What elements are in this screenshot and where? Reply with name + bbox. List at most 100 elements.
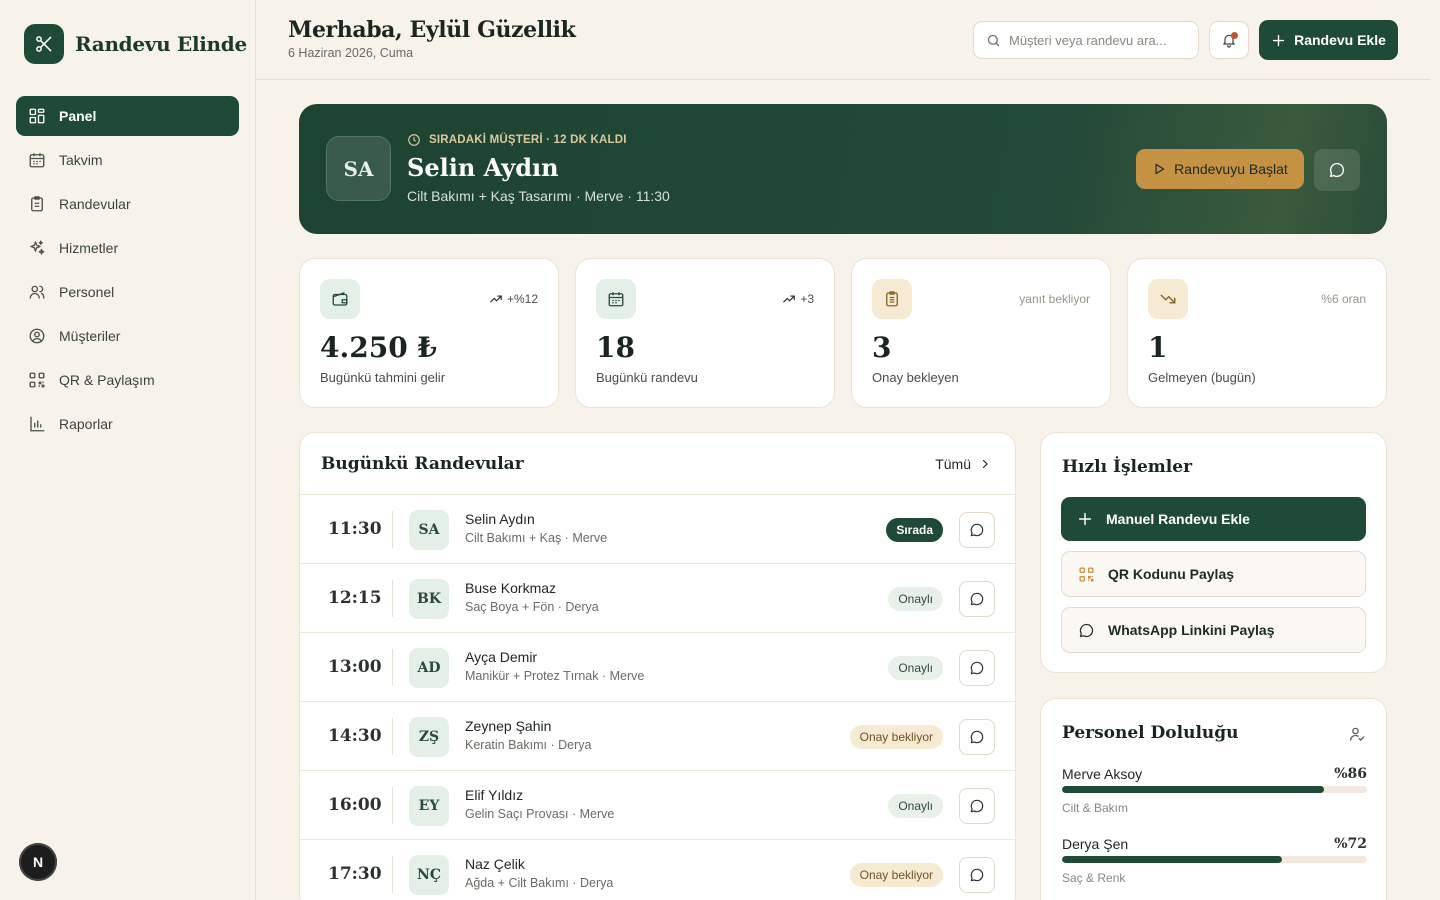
bar-chart-icon	[30, 416, 45, 432]
message-button[interactable]	[959, 788, 995, 824]
service-detail: Manikür + Protez Tırnak · Merve	[465, 669, 645, 683]
brand[interactable]: Randevu Elinde	[24, 24, 247, 64]
table-row[interactable]: 12:15 BK Buse Korkmaz Saç Boya + Fön · D…	[300, 563, 1015, 632]
message-button[interactable]	[959, 719, 995, 755]
appointment-time: 13:00	[328, 657, 382, 677]
stat-value: 1	[1148, 331, 1168, 364]
avatar: ZŞ	[409, 717, 449, 757]
user-circle-icon	[29, 328, 45, 344]
share-whatsapp-button[interactable]: WhatsApp Linkini Paylaş	[1061, 607, 1366, 653]
sidebar-item-label: Müşteriler	[59, 328, 121, 344]
quick-actions-panel: Hızlı İşlemler Manuel Randevu Ekle QR Ko…	[1040, 432, 1387, 673]
table-row[interactable]: 17:30 NÇ Naz Çelik Ağda + Cilt Bakımı · …	[300, 839, 1015, 900]
share-qr-button[interactable]: QR Kodunu Paylaş	[1061, 551, 1366, 597]
status-badge: Sırada	[886, 518, 943, 542]
user-avatar[interactable]: N	[19, 843, 57, 881]
sidebar-item-label: Personel	[59, 284, 115, 300]
next-customer-detail: Cilt Bakımı + Kaş Tasarımı · Merve · 11:…	[407, 188, 670, 204]
stat-label: Gelmeyen (bugün)	[1148, 370, 1256, 385]
notifications-button[interactable]	[1209, 21, 1249, 59]
sidebar-item-raporlar[interactable]: Raporlar	[16, 404, 239, 444]
search-input[interactable]	[1009, 32, 1189, 48]
stat-card-appointments: +3 18 Bugünkü randevu	[575, 258, 835, 408]
staff-percentage: %86	[1334, 766, 1367, 782]
chat-icon	[970, 523, 984, 537]
sidebar-item-hizmetler[interactable]: Hizmetler	[16, 228, 239, 268]
staff-role: Saç & Renk	[1062, 871, 1126, 885]
qr-icon	[1079, 566, 1094, 582]
next-customer-name: Selin Aydın	[407, 153, 559, 182]
stat-card-pending: yanıt bekliyor 3 Onay bekleyen	[851, 258, 1111, 408]
status-badge: Onay bekliyor	[849, 863, 943, 887]
sidebar: Randevu Elinde Panel Takvim Randevular H…	[0, 0, 256, 900]
service-detail: Ağda + Cilt Bakımı · Derya	[465, 876, 614, 890]
table-row[interactable]: 11:30 SA Selin Aydın Cilt Bakımı + Kaş ·…	[300, 494, 1015, 563]
notification-dot	[1231, 32, 1238, 39]
avatar: BK	[409, 579, 449, 619]
message-button[interactable]	[959, 581, 995, 617]
section-title: Bugünkü Randevular	[321, 454, 524, 474]
sidebar-item-musteriler[interactable]: Müşteriler	[16, 316, 239, 356]
chat-icon	[970, 730, 984, 744]
customer-name: Ayça Demir	[465, 649, 538, 665]
sidebar-nav: Panel Takvim Randevular Hizmetler Person…	[16, 96, 239, 448]
message-button[interactable]	[959, 857, 995, 893]
wallet-icon	[320, 279, 360, 319]
qr-icon	[29, 372, 45, 388]
table-row[interactable]: 13:00 AD Ayça Demir Manikür + Protez Tır…	[300, 632, 1015, 701]
search-box[interactable]	[973, 21, 1199, 59]
stat-trend: yanıt bekliyor	[1019, 292, 1090, 306]
divider	[392, 649, 393, 686]
sidebar-item-qr-paylasim[interactable]: QR & Paylaşım	[16, 360, 239, 400]
sidebar-item-label: Takvim	[59, 152, 103, 168]
staff-name: Derya Şen	[1062, 836, 1129, 852]
view-all-link[interactable]: Tümü	[935, 456, 991, 472]
add-appointment-button[interactable]: Randevu Ekle	[1259, 20, 1398, 60]
sidebar-item-panel[interactable]: Panel	[16, 96, 239, 136]
service-detail: Cilt Bakımı + Kaş · Merve	[465, 531, 608, 545]
appointment-time: 12:15	[328, 588, 382, 608]
brand-name: Randevu Elinde	[75, 32, 247, 56]
add-appointment-label: Randevu Ekle	[1294, 32, 1386, 48]
start-appointment-button[interactable]: Randevuyu Başlat	[1136, 149, 1304, 189]
message-button[interactable]	[959, 650, 995, 686]
appointment-list: 11:30 SA Selin Aydın Cilt Bakımı + Kaş ·…	[300, 494, 1015, 900]
divider	[392, 580, 393, 617]
sidebar-item-personel[interactable]: Personel	[16, 272, 239, 312]
stat-trend: +%12	[489, 292, 538, 306]
button-label: WhatsApp Linkini Paylaş	[1108, 622, 1275, 638]
plus-icon	[1078, 512, 1092, 526]
stat-trend-text: +3	[800, 292, 814, 306]
sidebar-item-label: Randevular	[59, 196, 131, 212]
sidebar-item-label: Hizmetler	[59, 240, 119, 256]
clock-icon	[408, 134, 420, 146]
progress-fill	[1062, 856, 1282, 863]
progress-fill	[1062, 786, 1325, 793]
appointment-time: 16:00	[328, 795, 382, 815]
next-customer-tag-text: SIRADAKİ MÜŞTERİ · 12 DK KALDI	[429, 134, 627, 146]
avatar: AD	[409, 648, 449, 688]
sidebar-item-takvim[interactable]: Takvim	[16, 140, 239, 180]
avatar: EY	[409, 786, 449, 826]
stat-label: Bugünkü tahmini gelir	[320, 370, 446, 385]
stat-card-noshow: %6 oran 1 Gelmeyen (bugün)	[1127, 258, 1387, 408]
message-button[interactable]	[959, 512, 995, 548]
divider	[392, 511, 393, 548]
customer-name: Buse Korkmaz	[465, 580, 557, 596]
button-label: Manuel Randevu Ekle	[1106, 511, 1250, 527]
stat-label: Onay bekleyen	[872, 370, 959, 385]
next-customer-tag: SIRADAKİ MÜŞTERİ · 12 DK KALDI	[407, 133, 627, 147]
sidebar-item-randevular[interactable]: Randevular	[16, 184, 239, 224]
section-title: Hızlı İşlemler	[1062, 457, 1193, 477]
stat-value: 4.250 ₺	[320, 331, 437, 364]
trending-down-icon	[1148, 279, 1188, 319]
customer-name: Zeynep Şahin	[465, 718, 552, 734]
user-check-icon[interactable]	[1348, 725, 1366, 748]
table-row[interactable]: 14:30 ZŞ Zeynep Şahin Keratin Bakımı · D…	[300, 701, 1015, 770]
customer-name: Selin Aydın	[465, 511, 535, 527]
manual-appointment-button[interactable]: Manuel Randevu Ekle	[1061, 497, 1366, 541]
stat-trend: +3	[782, 292, 814, 306]
message-button[interactable]	[1314, 149, 1360, 191]
appointment-time: 11:30	[328, 519, 382, 539]
table-row[interactable]: 16:00 EY Elif Yıldız Gelin Saçı Provası …	[300, 770, 1015, 839]
